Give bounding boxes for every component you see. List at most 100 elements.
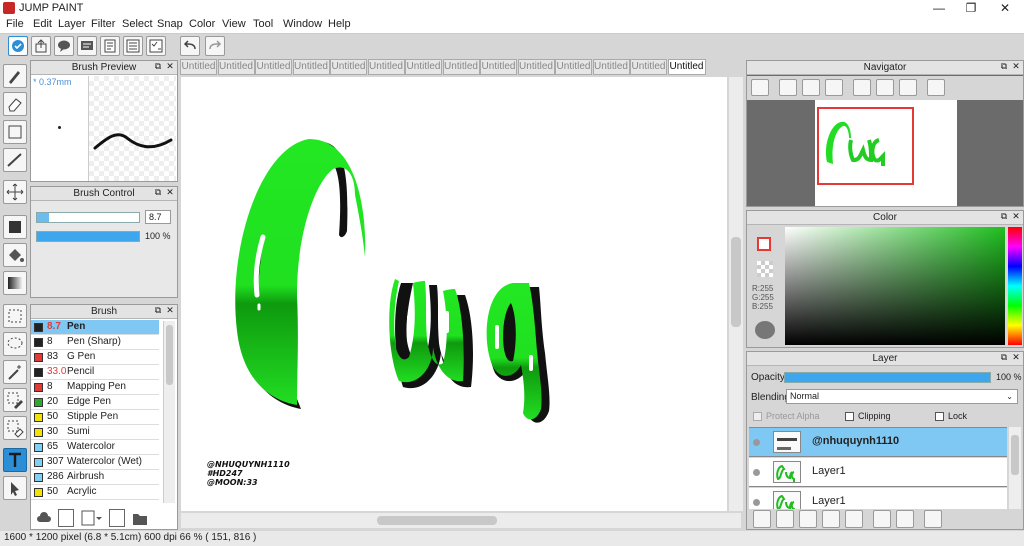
- brush-add-icon[interactable]: [35, 509, 53, 527]
- visibility-icon[interactable]: [753, 469, 760, 476]
- close-panel-icon[interactable]: ✕: [1011, 62, 1021, 72]
- move-icon[interactable]: [3, 180, 27, 204]
- navigator-thumbnail[interactable]: [815, 100, 957, 206]
- brush-size-value[interactable]: 8.7: [145, 210, 171, 224]
- brush-item[interactable]: 50 Acrylic: [31, 485, 159, 500]
- document-tab[interactable]: Untitled: [442, 59, 480, 75]
- visibility-icon[interactable]: [753, 499, 760, 506]
- menu-select[interactable]: Select: [122, 18, 153, 30]
- select-eraser-icon[interactable]: [3, 416, 27, 440]
- brush-item[interactable]: 20 Edge Pen: [31, 395, 159, 410]
- layer-row[interactable]: Layer1: [749, 488, 1007, 509]
- document-tab[interactable]: Untitled: [667, 59, 706, 75]
- undo-icon[interactable]: [180, 36, 200, 56]
- list-icon[interactable]: [123, 36, 143, 56]
- brush-item[interactable]: 8.7 Pen: [31, 320, 159, 335]
- zoom-out-icon[interactable]: [825, 79, 843, 96]
- magic-wand-icon[interactable]: [3, 360, 27, 384]
- document-tab[interactable]: Untitled: [330, 59, 367, 75]
- layer-list-scrollbar[interactable]: [1009, 427, 1021, 509]
- drawing-canvas[interactable]: @NHUQUYNH1110 #HD247 @MOON:33: [181, 77, 727, 511]
- delete-layer-icon[interactable]: [924, 510, 942, 528]
- brush-item[interactable]: 50 Stipple Pen: [31, 410, 159, 425]
- document-tab[interactable]: Untitled: [555, 59, 592, 75]
- page-icon[interactable]: [100, 36, 120, 56]
- brush-item[interactable]: 83 G Pen: [31, 350, 159, 365]
- brush-item[interactable]: 8 Pen (Sharp): [31, 335, 159, 350]
- minimize-button[interactable]: —: [922, 0, 956, 17]
- brush-list-scrollbar[interactable]: [163, 321, 175, 503]
- document-tab[interactable]: Untitled: [480, 59, 517, 75]
- layer-row[interactable]: @nhuquynh1110: [749, 428, 1007, 457]
- lock-checkbox[interactable]: [935, 412, 944, 421]
- menu-snap[interactable]: Snap: [157, 18, 183, 30]
- color-saturation-field[interactable]: [785, 227, 1005, 345]
- popout-icon[interactable]: ⧉: [153, 306, 163, 316]
- clipping-checkbox[interactable]: [845, 412, 854, 421]
- text-tool-icon[interactable]: [3, 448, 27, 472]
- rectangle-icon[interactable]: [3, 120, 27, 144]
- operation-icon[interactable]: [3, 476, 27, 500]
- checklist-icon[interactable]: [146, 36, 166, 56]
- protect-alpha-checkbox[interactable]: [753, 412, 762, 421]
- zoom-fit-icon[interactable]: [751, 79, 769, 96]
- brush-item[interactable]: 33.0 Pencil: [31, 365, 159, 380]
- brush-item[interactable]: 8 Mapping Pen: [31, 380, 159, 395]
- share-icon[interactable]: [31, 36, 51, 56]
- brush-settings-icon[interactable]: [109, 509, 125, 527]
- select-pen-icon[interactable]: [3, 388, 27, 412]
- menu-edit[interactable]: Edit: [33, 18, 52, 30]
- menu-tool[interactable]: Tool: [253, 18, 273, 30]
- layer-row[interactable]: Layer1: [749, 458, 1007, 487]
- flip-icon[interactable]: [927, 79, 945, 96]
- menu-layer[interactable]: Layer: [58, 18, 86, 30]
- brush-item[interactable]: 30 Sumi: [31, 425, 159, 440]
- close-panel-icon[interactable]: ✕: [1011, 353, 1021, 363]
- document-tab[interactable]: Untitled: [180, 59, 217, 75]
- menu-file[interactable]: File: [6, 18, 24, 30]
- blending-select[interactable]: Normal ⌄: [786, 389, 1018, 404]
- new-layer-8bit-icon[interactable]: [776, 510, 794, 528]
- menu-window[interactable]: Window: [283, 18, 322, 30]
- message-icon[interactable]: [77, 36, 97, 56]
- document-tab[interactable]: Untitled: [517, 59, 555, 75]
- new-brush-icon[interactable]: [58, 509, 74, 527]
- layer-opacity-slider[interactable]: [784, 372, 991, 383]
- sync-icon[interactable]: [8, 36, 28, 56]
- popout-icon[interactable]: ⧉: [153, 188, 163, 198]
- layer-folder-icon[interactable]: [845, 510, 863, 528]
- new-layer-1bit-icon[interactable]: [799, 510, 817, 528]
- merge-layer-icon[interactable]: [896, 510, 914, 528]
- rotate-left-icon[interactable]: [853, 79, 871, 96]
- close-panel-icon[interactable]: ✕: [165, 306, 175, 316]
- menu-view[interactable]: View: [222, 18, 246, 30]
- brush-item[interactable]: 307 Watercolor (Wet): [31, 455, 159, 470]
- canvas-horizontal-scrollbar[interactable]: [181, 513, 741, 528]
- brush-size-slider[interactable]: [36, 212, 140, 223]
- brush-folder-icon[interactable]: [131, 509, 149, 527]
- restore-button[interactable]: ❐: [954, 0, 988, 17]
- primary-color-swatch[interactable]: [757, 237, 771, 251]
- bucket-icon[interactable]: [3, 243, 27, 267]
- menu-help[interactable]: Help: [328, 18, 351, 30]
- brush-item[interactable]: 65 Watercolor: [31, 440, 159, 455]
- menu-color[interactable]: Color: [189, 18, 215, 30]
- brush-menu-icon[interactable]: [81, 509, 103, 527]
- close-panel-icon[interactable]: ✕: [1011, 212, 1021, 222]
- gradient-icon[interactable]: [3, 271, 27, 295]
- halftone-layer-icon[interactable]: [822, 510, 840, 528]
- palette-icon[interactable]: [755, 321, 775, 339]
- brush-opacity-slider[interactable]: [36, 231, 140, 242]
- menu-filter[interactable]: Filter: [91, 18, 115, 30]
- rotate-right-icon[interactable]: [899, 79, 917, 96]
- document-tab[interactable]: Untitled: [292, 59, 330, 75]
- close-panel-icon[interactable]: ✕: [165, 62, 175, 72]
- popout-icon[interactable]: ⧉: [999, 353, 1009, 363]
- popout-icon[interactable]: ⧉: [999, 212, 1009, 222]
- transparent-swatch[interactable]: [757, 261, 773, 277]
- document-tab[interactable]: Untitled: [217, 59, 255, 75]
- close-button[interactable]: ✕: [988, 0, 1022, 17]
- zoom-in-icon[interactable]: [779, 79, 797, 96]
- fit-window-icon[interactable]: [802, 79, 820, 96]
- document-tab[interactable]: Untitled: [630, 59, 667, 75]
